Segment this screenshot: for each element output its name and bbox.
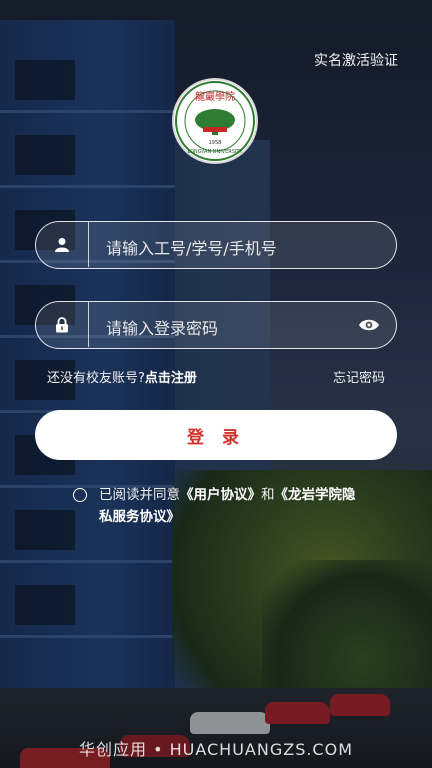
user-agreement-link[interactable]: 《用户协议》: [180, 487, 261, 503]
password-placeholder: 请输入登录密码: [106, 319, 219, 338]
svg-text:LONGYAN UNIVERSITY: LONGYAN UNIVERSITY: [187, 149, 243, 155]
user-icon: [55, 238, 69, 252]
forgot-password-link[interactable]: 忘记密码: [333, 367, 385, 386]
user-icon-area: [36, 222, 89, 267]
account-input[interactable]: 请输入工号/学号/手机号: [35, 221, 397, 269]
agree-radio[interactable]: [73, 488, 87, 502]
svg-text:龍巖學院: 龍巖學院: [195, 90, 235, 103]
lock-icon-area: [36, 302, 89, 347]
register-row: 还没有校友账号?点击注册: [47, 367, 197, 386]
password-input[interactable]: 请输入登录密码: [35, 301, 397, 349]
no-account-text: 还没有校友账号?: [47, 371, 145, 386]
account-placeholder: 请输入工号/学号/手机号: [106, 239, 277, 258]
lock-icon: [56, 317, 68, 333]
eye-icon[interactable]: [358, 317, 380, 333]
svg-text:1958: 1958: [209, 140, 222, 146]
register-link[interactable]: 点击注册: [145, 371, 197, 386]
login-button[interactable]: 登 录: [35, 410, 397, 460]
login-button-label: 登 录: [187, 427, 245, 448]
watermark: 华创应用 • HUACHUANGZS.COM: [78, 740, 354, 759]
agreement-conj: 和: [261, 487, 275, 503]
real-name-verify-link[interactable]: 实名激活验证: [314, 50, 398, 70]
university-logo: 龍巖學院 1958 LONGYAN UNIVERSITY: [174, 80, 256, 162]
agreement-prefix: 已阅读并同意: [99, 487, 180, 503]
